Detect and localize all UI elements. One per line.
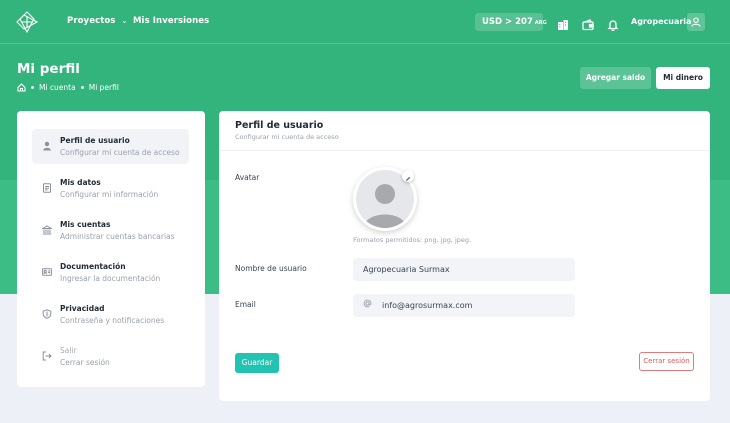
email-value: info@agrosurmax.com xyxy=(382,301,473,310)
breadcrumb-separator xyxy=(80,86,84,89)
user-icon xyxy=(43,141,51,151)
nav-proyectos-label: Proyectos xyxy=(67,16,116,26)
sidebar-item-mis-datos[interactable]: Mis datos Configurar mi información xyxy=(32,171,189,206)
pencil-icon xyxy=(406,176,411,181)
breadcrumb-mi-cuenta[interactable]: Mi cuenta xyxy=(39,83,76,92)
sidebar-item-title: Mis datos xyxy=(60,178,101,187)
sidebar-item-salir[interactable]: Salir Cerrar sesión xyxy=(32,339,189,374)
breadcrumb-separator xyxy=(31,86,34,89)
exchange-rate-badge[interactable]: USD > 207 ARG xyxy=(475,13,547,31)
sidebar-item-subtitle: Configurar mi información xyxy=(60,190,159,199)
breadcrumb: Mi cuenta Mi perfil xyxy=(17,83,119,92)
sidebar-item-subtitle: Ingresar la documentación xyxy=(60,274,161,283)
avatar-label: Avatar xyxy=(235,173,260,182)
sidebar-item-subtitle: Cerrar sesión xyxy=(60,358,110,367)
card-header: Perfil de usuario Configurar mi cuenta d… xyxy=(219,111,710,151)
email-input[interactable]: info@agrosurmax.com xyxy=(353,294,575,317)
chevron-down-icon: ⌄ xyxy=(121,17,128,25)
id-card-icon xyxy=(42,268,52,276)
wallet-icon[interactable] xyxy=(582,16,594,31)
sidebar-item-perfil[interactable]: Perfil de usuario Configurar mi cuenta d… xyxy=(32,129,189,164)
logout-button[interactable]: Cerrar sesión xyxy=(639,352,694,371)
building-icon[interactable] xyxy=(557,16,569,30)
exchange-rate-currency: ARG xyxy=(534,20,547,26)
sidebar-item-documentacion[interactable]: Documentación Ingresar la documentación xyxy=(32,255,189,290)
shield-icon xyxy=(42,309,52,319)
top-navbar: Proyectos ⌄ Mis Inversiones USD > 207 ARG … xyxy=(0,0,730,44)
logout-icon xyxy=(42,351,52,361)
sidebar-item-subtitle: Configurar mi cuenta de acceso xyxy=(60,148,180,157)
breadcrumb-mi-perfil: Mi perfil xyxy=(88,83,119,92)
sidebar-item-mis-cuentas[interactable]: Mis cuentas Administrar cuentas bancaria… xyxy=(32,213,189,248)
at-icon xyxy=(363,294,375,317)
user-icon xyxy=(691,17,701,27)
company-name[interactable]: Agropecuaria xyxy=(631,17,691,26)
document-icon xyxy=(43,183,51,193)
save-button[interactable]: Guardar xyxy=(235,353,279,373)
bell-icon[interactable] xyxy=(607,16,619,32)
card-title: Perfil de usuario xyxy=(235,120,324,131)
home-icon[interactable] xyxy=(17,83,26,92)
sidebar-item-title: Salir xyxy=(60,346,77,355)
account-sidebar: Perfil de usuario Configurar mi cuenta d… xyxy=(17,111,205,387)
nav-proyectos[interactable]: Proyectos ⌄ xyxy=(67,16,127,26)
add-balance-button[interactable]: Agregar saldo xyxy=(580,67,651,89)
page-title: Mi perfil xyxy=(17,61,80,77)
sidebar-item-title: Mis cuentas xyxy=(60,220,111,229)
sidebar-item-title: Perfil de usuario xyxy=(60,136,130,145)
avatar-formats-hint: Formatos permitidos: png, jpg, jpeg. xyxy=(353,236,472,244)
edit-avatar-button[interactable] xyxy=(402,170,414,182)
profile-card: Perfil de usuario Configurar mi cuenta d… xyxy=(219,111,710,401)
sidebar-item-title: Documentación xyxy=(60,262,126,271)
sidebar-item-title: Privacidad xyxy=(60,304,105,313)
sidebar-item-subtitle: Contraseña y notificaciones xyxy=(60,316,165,325)
card-subtitle: Configurar mi cuenta de acceso xyxy=(235,133,339,141)
sidebar-item-privacidad[interactable]: Privacidad Contraseña y notificaciones xyxy=(32,297,189,332)
my-money-button[interactable]: Mi dinero xyxy=(656,67,710,89)
bank-icon xyxy=(42,225,52,235)
username-label: Nombre de usuario xyxy=(235,264,307,273)
exchange-rate-value: USD > 207 xyxy=(482,17,533,27)
username-input[interactable]: Agropecuaria Surmax xyxy=(353,258,575,281)
nav-mis-inversiones[interactable]: Mis Inversiones xyxy=(133,16,209,26)
user-menu-button[interactable] xyxy=(687,13,705,31)
logo-icon[interactable] xyxy=(16,11,39,34)
sidebar-item-subtitle: Administrar cuentas bancarias xyxy=(60,232,175,241)
email-label: Email xyxy=(235,300,256,309)
